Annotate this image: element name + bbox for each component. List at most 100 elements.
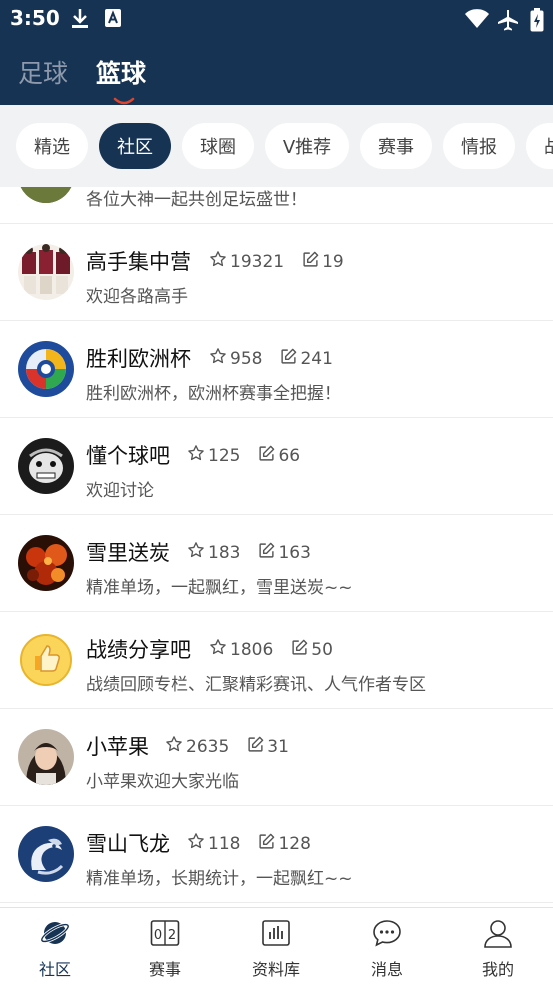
nav-profile[interactable]: 我的	[443, 908, 553, 984]
list-item[interactable]: 雪里送炭 183 163 精准单场，一起飘红，雪里送炭~~	[0, 515, 553, 612]
svg-text:0: 0	[154, 928, 162, 943]
tab-basketball[interactable]: 篮球	[96, 54, 146, 90]
list-item[interactable]: 懂个球吧 125 66 欢迎讨论	[0, 418, 553, 515]
chip-matches[interactable]: 赛事	[360, 123, 432, 169]
list-item-partial[interactable]: 各位大神一起共创足坛盛世！	[0, 187, 553, 224]
post-count: 241	[300, 348, 333, 369]
star-icon	[187, 832, 205, 855]
chip-circle[interactable]: 球圈	[182, 123, 254, 169]
community-desc: 各位大神一起共创足坛盛世！	[86, 190, 307, 210]
edit-icon	[258, 542, 275, 564]
nav-matches[interactable]: 02 赛事	[110, 908, 220, 984]
avatar	[18, 535, 74, 591]
star-icon	[187, 444, 205, 467]
follower-count: 19321	[230, 251, 285, 272]
edit-icon	[280, 348, 297, 370]
nav-label: 我的	[481, 960, 514, 979]
avatar	[18, 341, 74, 397]
list-item[interactable]: 高手集中营 19321 19 欢迎各路高手	[0, 224, 553, 321]
airplane-icon	[496, 8, 520, 36]
avatar	[18, 729, 74, 785]
community-stats: 19321 19	[209, 250, 344, 273]
follower-count: 125	[208, 445, 241, 466]
community-desc: 欢迎各路高手	[86, 287, 188, 307]
avatar	[18, 187, 74, 203]
list-item[interactable]: 小苹果 2635 31 小苹果欢迎大家光临	[0, 709, 553, 806]
edit-icon	[302, 251, 319, 273]
community-name: 高手集中营	[86, 250, 191, 274]
community-name: 雪里送炭	[86, 541, 170, 565]
follower-count: 183	[208, 542, 241, 563]
post-count: 31	[267, 736, 289, 757]
chip-v-recommend[interactable]: V推荐	[265, 123, 349, 169]
community-desc: 精准单场，一起飘红，雪里送炭~~	[86, 578, 353, 598]
chip-intel[interactable]: 情报	[443, 123, 515, 169]
star-icon	[165, 735, 183, 758]
community-stats: 125 66	[187, 444, 300, 467]
community-list: 各位大神一起共创足坛盛世！ 高手集中营 19321 19 欢迎各路高手 胜利欧洲…	[0, 187, 553, 907]
community-name: 胜利欧洲杯	[86, 347, 191, 371]
avatar	[18, 244, 74, 300]
edit-icon	[247, 736, 264, 758]
star-icon	[209, 347, 227, 370]
tab-football[interactable]: 足球	[18, 54, 68, 90]
edit-icon	[291, 639, 308, 661]
community-name: 小苹果	[86, 735, 149, 759]
follower-count: 958	[230, 348, 263, 369]
status-time: 3:50	[10, 6, 60, 30]
community-desc: 欢迎讨论	[86, 481, 154, 501]
community-name: 战绩分享吧	[86, 638, 191, 662]
post-count: 128	[278, 833, 311, 854]
community-name: 懂个球吧	[86, 444, 170, 468]
community-desc: 小苹果欢迎大家光临	[86, 772, 239, 792]
header: 足球 篮球	[0, 40, 553, 105]
scoreboard-icon: 02	[150, 918, 180, 952]
follower-count: 118	[208, 833, 241, 854]
planet-icon	[40, 918, 70, 952]
follower-count: 2635	[186, 736, 230, 757]
community-desc: 战绩回顾专栏、汇聚精彩赛讯、人气作者专区	[86, 675, 426, 695]
nav-messages[interactable]: 消息	[332, 908, 442, 984]
post-count: 19	[322, 251, 344, 272]
edit-icon	[258, 445, 275, 467]
community-stats: 958 241	[209, 347, 333, 370]
star-icon	[187, 541, 205, 564]
nav-community[interactable]: 社区	[0, 908, 110, 984]
community-name: 雪山飞龙	[86, 832, 170, 856]
chip-record[interactable]: 战	[526, 123, 553, 169]
community-stats: 118 128	[187, 832, 311, 855]
star-icon	[209, 638, 227, 661]
nav-label: 资料库	[251, 960, 300, 979]
svg-text:2: 2	[168, 928, 176, 943]
nav-label: 消息	[370, 960, 403, 979]
chat-bubble-icon	[372, 918, 402, 952]
community-stats: 2635 31	[165, 735, 289, 758]
community-desc: 胜利欧洲杯，欧洲杯赛事全把握！	[86, 384, 341, 404]
follower-count: 1806	[230, 639, 274, 660]
font-a-icon	[104, 8, 122, 32]
download-icon	[70, 8, 90, 34]
community-stats: 183 163	[187, 541, 311, 564]
star-icon	[209, 250, 227, 273]
list-item[interactable]: 战绩分享吧 1806 50 战绩回顾专栏、汇聚精彩赛讯、人气作者专区	[0, 612, 553, 709]
post-count: 163	[278, 542, 311, 563]
nav-label: 社区	[38, 960, 71, 979]
list-item[interactable]: 胜利欧洲杯 958 241 胜利欧洲杯，欧洲杯赛事全把握！	[0, 321, 553, 418]
avatar	[18, 438, 74, 494]
person-icon	[483, 918, 513, 952]
avatar	[18, 632, 74, 688]
post-count: 66	[278, 445, 301, 466]
nav-database[interactable]: 资料库	[221, 908, 331, 984]
wifi-icon	[464, 8, 490, 34]
chip-community[interactable]: 社区	[99, 123, 171, 169]
post-count: 50	[311, 639, 333, 660]
status-bar: 3:50	[0, 0, 553, 40]
community-stats: 1806 50	[209, 638, 333, 661]
community-desc: 精准单场，长期统计，一起飘红~~	[86, 869, 353, 889]
nav-label: 赛事	[148, 960, 181, 979]
chip-featured[interactable]: 精选	[16, 123, 88, 169]
avatar	[18, 826, 74, 882]
bottom-nav: 社区 02 赛事 资料库 消息 我的	[0, 907, 553, 984]
edit-icon	[258, 833, 275, 855]
list-item[interactable]: 雪山飞龙 118 128 精准单场，长期统计，一起飘红~~	[0, 806, 553, 903]
